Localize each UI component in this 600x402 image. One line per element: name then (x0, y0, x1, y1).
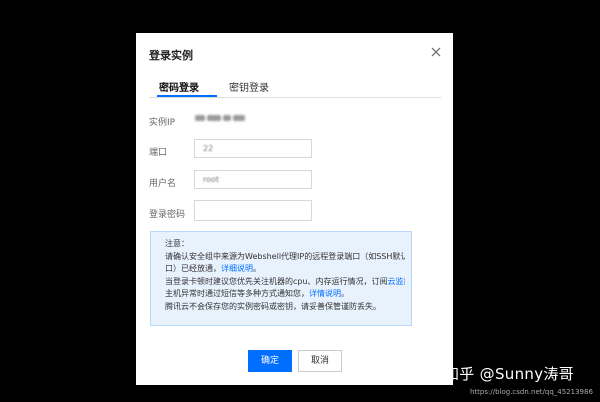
port-label: 端口 (149, 148, 168, 158)
notice-line-4-text: 主机异常时通过短信等多种方式通知您， (165, 289, 309, 299)
notice-line-2-end: 。 (253, 264, 261, 274)
port-input-value: 22 (203, 144, 214, 153)
notice-heading: 注意： (165, 239, 189, 248)
notification-detail-link[interactable]: 详情说明 (309, 289, 341, 298)
password-input[interactable] (194, 200, 312, 221)
dialog-title: 登录实例 (149, 49, 193, 62)
cancel-button[interactable]: 取消 (298, 350, 342, 372)
instance-ip-label: 实例IP (149, 118, 176, 128)
cloud-monitor-link[interactable]: 云监控 (388, 277, 405, 286)
security-group-detail-link[interactable]: 详细说明 (221, 264, 253, 273)
zhihu-watermark: 知乎 @Sunny涛哥 (444, 365, 574, 383)
login-method-tabs: 密码登录 密钥登录 (149, 75, 441, 98)
notice-line-2-text: 口）已经放通， (165, 264, 221, 274)
instance-ip-value-blurred (195, 114, 251, 123)
notice-line-4-end: 。 (341, 289, 349, 299)
notice-line-4: 主机异常时通过短信等多种方式通知您，详情说明。 (165, 288, 405, 301)
tab-password-login[interactable]: 密码登录 (159, 79, 199, 94)
username-input[interactable]: root (194, 170, 312, 189)
confirm-button[interactable]: 确定 (248, 350, 292, 372)
tab-key-login[interactable]: 密钥登录 (229, 79, 269, 94)
username-input-value: root (203, 175, 220, 184)
notice-line-1: 请确认安全组中来源为Webshell代理IP的远程登录端口（如SSH默认22端 (165, 251, 405, 261)
port-input[interactable]: 22 (194, 139, 312, 158)
notice-box: 注意： 请确认安全组中来源为Webshell代理IP的远程登录端口（如SSH默认… (150, 231, 412, 326)
notice-line-2: 口）已经放通，详细说明。 (165, 263, 405, 276)
active-tab-indicator (157, 95, 217, 97)
username-label: 用户名 (149, 179, 177, 189)
notice-line-3: 当登录卡顿时建议您优先关注机器的cpu、内存运行情况，订阅云监控在 (165, 276, 405, 289)
csdn-url-watermark: https://blog.csdn.net/qq_45213986 (470, 388, 593, 396)
close-icon[interactable] (430, 46, 442, 58)
notice-line-5: 腾讯云不会保存您的实例密码或密钥，请妥善保管谨防丢失。 (165, 301, 381, 311)
notice-line-3-text: 当登录卡顿时建议您优先关注机器的cpu、内存运行情况，订阅 (165, 276, 388, 286)
password-label: 登录密码 (149, 210, 186, 220)
login-instance-dialog: 登录实例 密码登录 密钥登录 实例IP 端口 22 用户名 root 登录密码 … (136, 33, 453, 385)
